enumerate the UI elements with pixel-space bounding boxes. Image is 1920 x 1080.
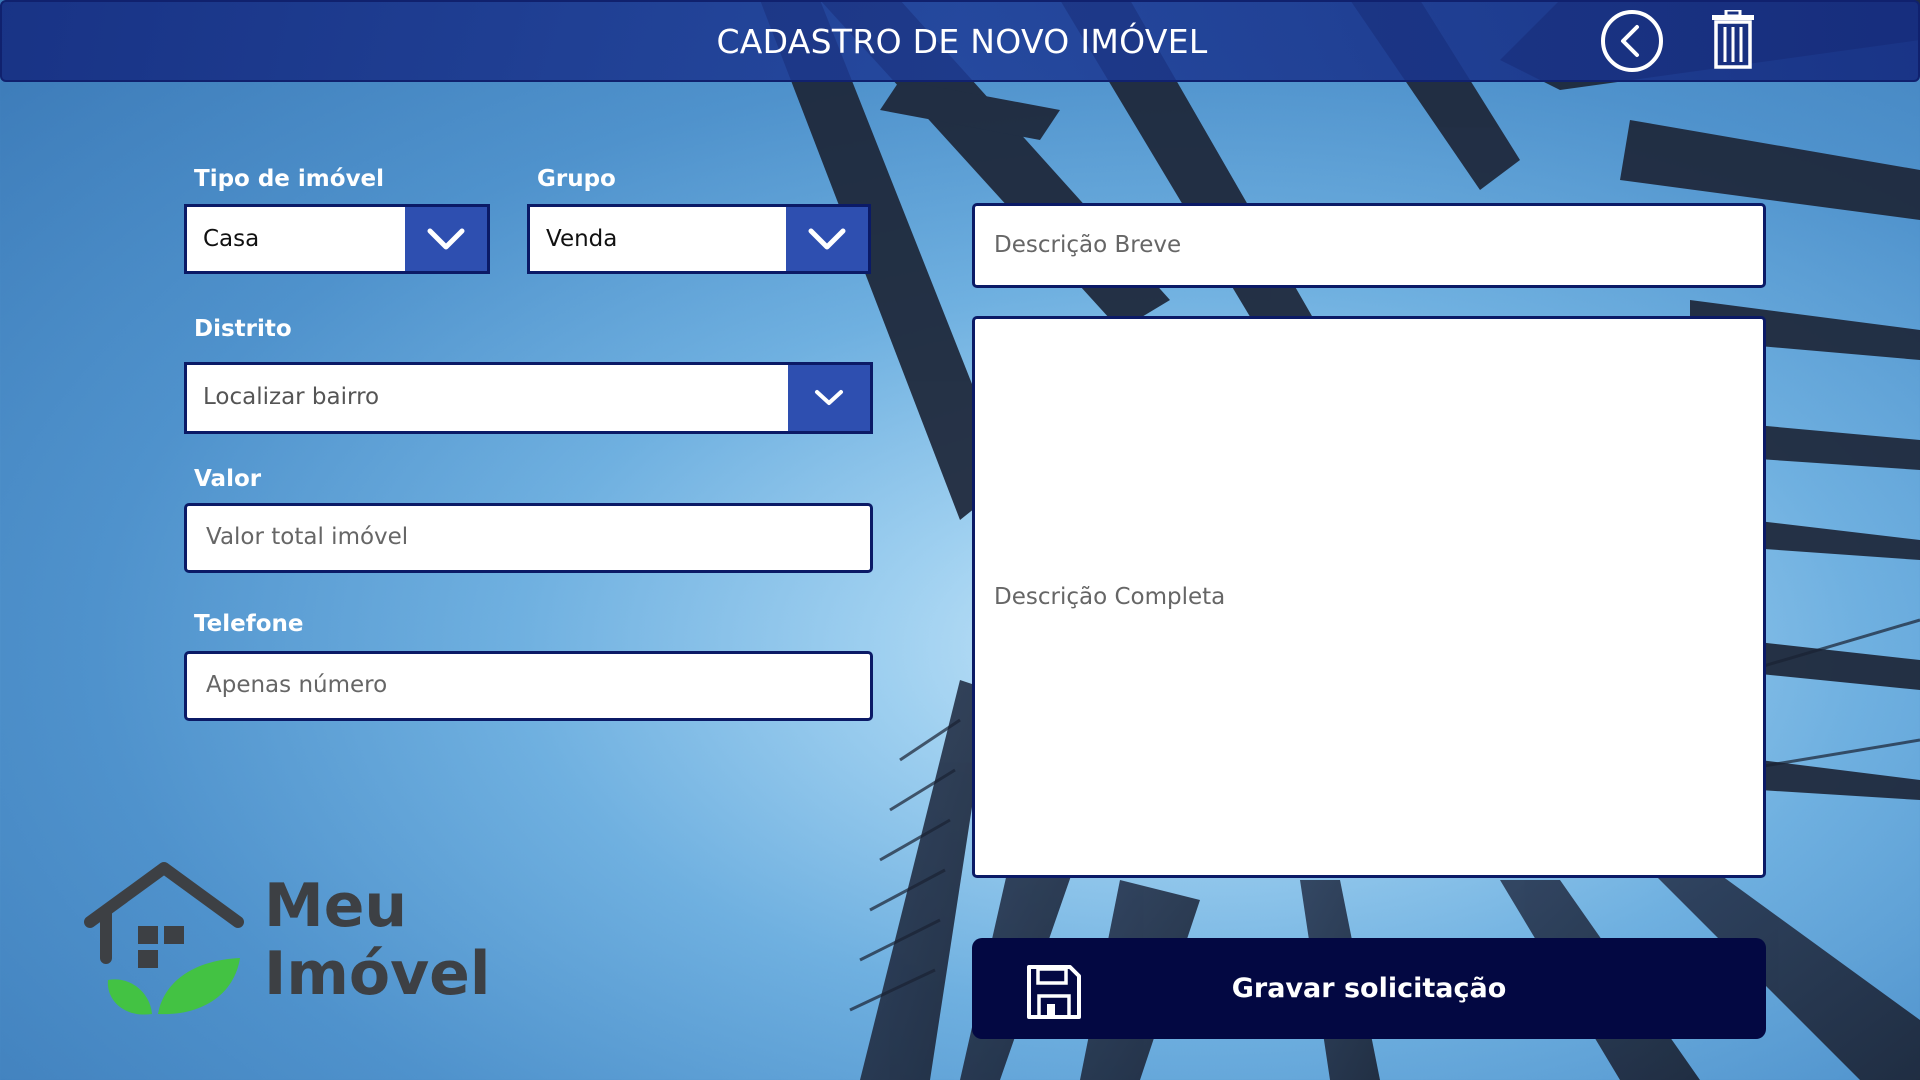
- chevron-down-icon: [786, 207, 868, 271]
- chevron-down-icon: [788, 365, 870, 431]
- logo-text-line1: Meu: [264, 871, 408, 941]
- gravar-solicitacao-button[interactable]: Gravar solicitação: [972, 938, 1766, 1039]
- save-button-label: Gravar solicitação: [1231, 973, 1507, 1004]
- logo-text-line2: Imóvel: [264, 939, 491, 1009]
- descricao-completa-textarea[interactable]: Descrição Completa: [972, 316, 1766, 878]
- trash-icon[interactable]: [1710, 8, 1756, 70]
- tipo-imovel-value: Casa: [203, 226, 260, 252]
- tipo-imovel-dropdown[interactable]: Casa: [184, 204, 490, 274]
- descricao-completa-placeholder: Descrição Completa: [994, 584, 1226, 610]
- descricao-breve-input[interactable]: Descrição Breve: [972, 203, 1766, 288]
- telefone-label: Telefone: [194, 611, 304, 637]
- grupo-value: Venda: [546, 226, 618, 252]
- grupo-label: Grupo: [537, 166, 616, 192]
- telefone-placeholder: Apenas número: [206, 672, 388, 698]
- telefone-input[interactable]: Apenas número: [184, 651, 873, 721]
- distrito-placeholder: Localizar bairro: [203, 384, 380, 410]
- distrito-label: Distrito: [194, 316, 292, 342]
- logo-house-icon: [84, 862, 244, 1026]
- distrito-search-dropdown[interactable]: Localizar bairro: [184, 362, 873, 434]
- descricao-breve-placeholder: Descrição Breve: [994, 232, 1182, 258]
- valor-label: Valor: [194, 466, 262, 492]
- valor-placeholder: Valor total imóvel: [206, 524, 409, 550]
- back-arrow-circle-icon[interactable]: [1600, 9, 1664, 73]
- tipo-imovel-label: Tipo de imóvel: [194, 166, 385, 192]
- grupo-dropdown[interactable]: Venda: [527, 204, 871, 274]
- valor-input[interactable]: Valor total imóvel: [184, 503, 873, 573]
- chevron-down-icon: [405, 207, 487, 271]
